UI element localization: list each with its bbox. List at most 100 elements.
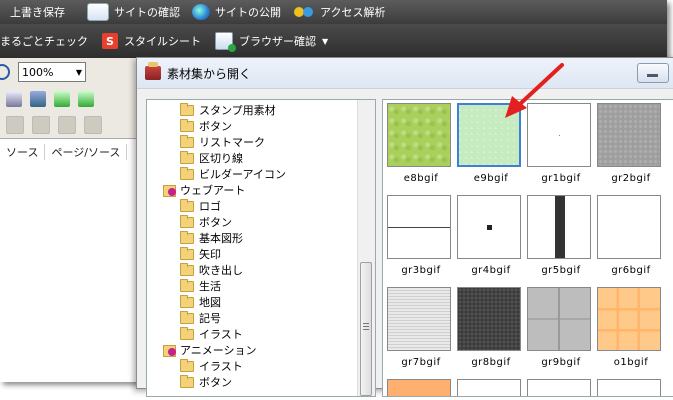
tree-folder-item[interactable]: 地図 (180, 294, 221, 310)
tree-group-item[interactable]: アニメーション (163, 342, 257, 358)
stylesheet-label: スタイルシート (124, 35, 201, 48)
scrollbar-thumb[interactable] (360, 262, 372, 396)
folder-icon (180, 102, 194, 116)
thumbnail-item[interactable]: gr3bgif (387, 195, 455, 281)
stylesheet-button[interactable]: S スタイルシート (95, 24, 208, 58)
thumbnail-item[interactable]: o1bgif (597, 287, 665, 373)
thumbnail-partial[interactable] (387, 379, 451, 396)
tree-folder-item[interactable]: ボタン (180, 118, 232, 134)
image-icon[interactable] (78, 91, 94, 107)
thumbnail-item[interactable]: gr4bgif (457, 195, 525, 281)
folder-icon (180, 198, 194, 212)
folder-icon (180, 246, 194, 260)
tree-folder-item[interactable]: 記号 (180, 310, 221, 326)
thumbnail-item[interactable]: gr7bgif (387, 287, 455, 373)
thumbnail-label: gr4bgif (471, 265, 511, 276)
folder-icon (180, 118, 194, 132)
thumbnail-label: e9bgif (473, 173, 509, 184)
tree-folder-item[interactable]: スタンプ用素材 (180, 102, 276, 118)
thumbnail-item[interactable]: e8bgif (387, 103, 455, 189)
tab-page-source[interactable]: ページ/ソース (45, 144, 128, 160)
thumbnail-label: gr6bgif (611, 265, 651, 276)
thumbnail-item[interactable]: e9bgif (457, 103, 525, 189)
tree-item-label: ビルダーアイコン (199, 168, 287, 181)
tree-folder-item[interactable]: 吹き出し (180, 262, 243, 278)
tree-folder-item[interactable]: ロゴ (180, 198, 221, 214)
tree-item-label: 地図 (199, 296, 221, 309)
tree-item-label: 基本図形 (199, 232, 243, 245)
table-col-icon[interactable] (58, 116, 76, 134)
folder-icon (180, 294, 194, 308)
thumbnail-partial[interactable] (527, 379, 591, 396)
folder-icon (180, 310, 194, 324)
tree-item-label: 吹き出し (199, 264, 243, 277)
tree-item-label: アニメーション (180, 344, 257, 357)
thumbnail-image (457, 103, 521, 167)
overwrite-save-button[interactable]: 上書き保存 (0, 0, 71, 24)
thumbnail-item[interactable]: gr5bgif (527, 195, 595, 281)
tree-folder-item[interactable]: 区切り線 (180, 150, 243, 166)
thumbnail-label: gr1bgif (541, 173, 581, 184)
access-analysis-label: アクセス解析 (320, 6, 386, 19)
minimize-button[interactable] (637, 63, 669, 83)
tree-item-label: ボタン (199, 376, 232, 389)
tree-item-label: ロゴ (199, 200, 221, 213)
table-merge-icon[interactable] (84, 116, 102, 134)
category-group-icon (163, 183, 177, 197)
thumbnail-item[interactable]: gr1bgif (527, 103, 595, 189)
material-open-dialog: 素材集から開く スタンプ用素材 ボタン リストマーク 区切り線 ビルダーアイコン ウェブア… (136, 57, 673, 397)
browser-check-button[interactable]: ブラウザー確認 ▼ (208, 24, 335, 58)
tree-item-label: リストマーク (199, 136, 265, 149)
tree-icon[interactable] (54, 91, 70, 107)
tree-folder-item[interactable]: イラスト (180, 358, 243, 374)
thumbnail-image (527, 195, 591, 259)
tree-folder-item[interactable]: リストマーク (180, 134, 265, 150)
tree-item-label: イラスト (199, 328, 243, 341)
find-icon[interactable] (30, 91, 46, 107)
thumbnail-label: e8bgif (403, 173, 439, 184)
thumbnail-label: gr5bgif (541, 265, 581, 276)
thumbnail-label: gr8bgif (471, 357, 511, 368)
dialog-title-bar[interactable]: 素材集から開く (137, 58, 673, 89)
thumbnail-image (597, 195, 661, 259)
table-insert-icon[interactable] (6, 116, 24, 134)
thumbnail-item[interactable]: gr6bgif (597, 195, 665, 281)
magnifier-icon[interactable] (0, 64, 10, 80)
access-analysis-button[interactable]: アクセス解析 (287, 0, 391, 24)
tab-source[interactable]: ソース (0, 144, 46, 160)
grip-icon (363, 323, 369, 324)
site-check-button[interactable]: サイトの確認 (81, 0, 186, 24)
thumbnail-partial[interactable] (597, 379, 661, 396)
tree-scrollbar[interactable] (357, 100, 375, 396)
view-tabs: ソース ページ/ソース (0, 138, 140, 166)
tree-folder-item[interactable]: 矢印 (180, 246, 221, 262)
full-check-label: まるごとチェック (0, 35, 88, 48)
dialog-title: 素材集から開く (167, 66, 252, 81)
site-publish-button[interactable]: サイトの公開 (186, 0, 287, 24)
table-toolbar (0, 112, 140, 138)
thumbnail-label: o1bgif (613, 357, 649, 368)
thumbnail-image (457, 195, 521, 259)
full-check-button[interactable]: まるごとチェック (0, 24, 95, 58)
thumbnail-label: gr7bgif (401, 357, 441, 368)
thumbnail-label: gr2bgif (611, 173, 651, 184)
tree-folder-item[interactable]: ビルダーアイコン (180, 166, 286, 182)
redo-icon[interactable] (6, 91, 22, 107)
thumbnail-item[interactable]: gr2bgif (597, 103, 665, 189)
chevron-down-icon[interactable]: ▼ (322, 37, 328, 46)
tree-folder-item[interactable]: イラスト (180, 326, 243, 342)
tree-folder-item[interactable]: 生活 (180, 278, 221, 294)
thumbnail-partial[interactable] (457, 379, 521, 396)
browser-icon (215, 32, 236, 52)
folder-icon (180, 374, 194, 388)
thumbnail-item[interactable]: gr8bgif (457, 287, 525, 373)
thumbnail-item[interactable]: gr9bgif (527, 287, 595, 373)
tree-group-item[interactable]: ウェブアート (163, 182, 245, 198)
editor-canvas[interactable] (0, 165, 140, 382)
tree-folder-item[interactable]: ボタン (180, 374, 232, 390)
browser-check-label: ブラウザー確認 (239, 35, 316, 48)
table-row-icon[interactable] (32, 116, 50, 134)
zoom-select[interactable]: 100% ▼ (18, 62, 86, 82)
tree-folder-item[interactable]: ボタン (180, 214, 232, 230)
tree-folder-item[interactable]: 基本図形 (180, 230, 243, 246)
